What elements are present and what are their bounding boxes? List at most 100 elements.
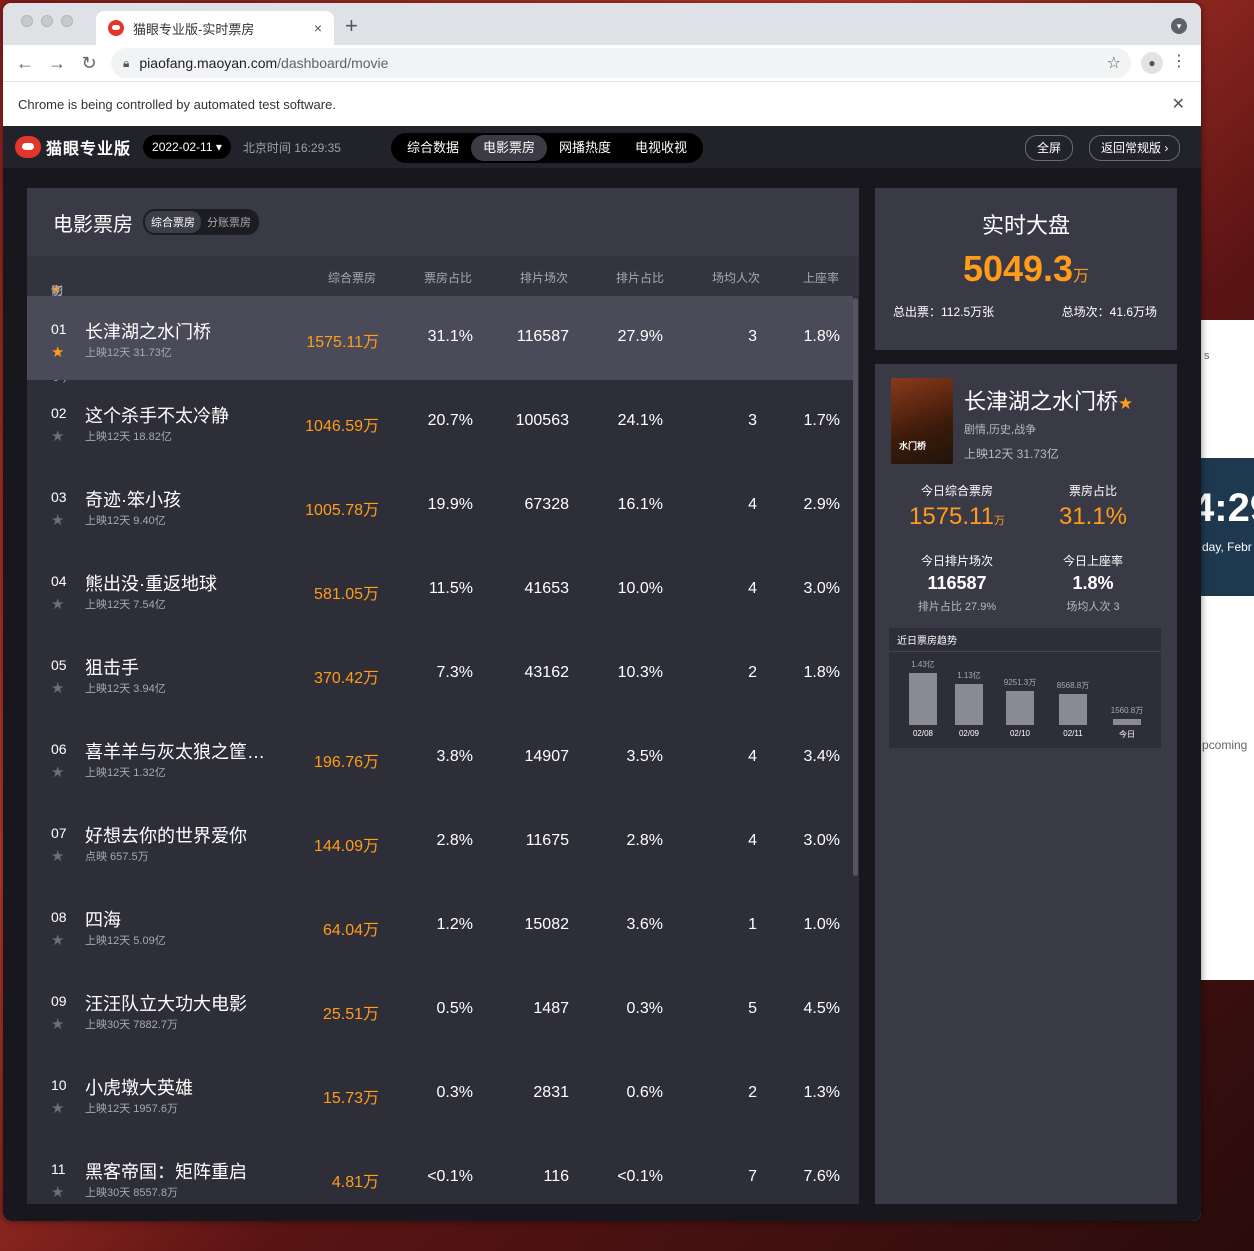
stat-unit: 万	[993, 515, 1005, 527]
row-share: 3.8%	[436, 748, 473, 765]
table-row[interactable]: 05 ★ 狙击手 上映12天 3.94亿 370.42万 7.3% 43162 10.3% 2 1…	[27, 632, 853, 716]
new-tab-button[interactable]: +	[345, 13, 358, 39]
row-showshare: 2.8%	[626, 832, 663, 849]
star-icon[interactable]: ★	[1118, 394, 1133, 413]
row-bo: 581.05万	[314, 586, 379, 603]
star-icon[interactable]: ★	[51, 595, 64, 613]
detail-movie-name: 长津湖之水门桥★	[964, 384, 1133, 416]
tab-search-icon[interactable]: ▾	[1171, 18, 1187, 34]
menu-kebab-icon[interactable]: ⋮	[1171, 51, 1187, 71]
row-share: 0.5%	[436, 1000, 473, 1017]
star-icon[interactable]: ★	[51, 427, 64, 445]
forward-arrow-icon[interactable]: →	[41, 53, 73, 74]
trend-bar[interactable]	[1006, 691, 1034, 725]
col-share[interactable]: 票房占比	[424, 269, 472, 286]
row-shows: 116	[543, 1168, 569, 1185]
maoyan-favicon-icon	[108, 20, 124, 36]
browser-toolbar: ← → ↻ 🔒︎ piaofang.maoyan.com/dashboard/m…	[3, 45, 1201, 82]
close-window-button[interactable]	[21, 15, 33, 27]
boxoffice-type-switch: 综合票房 分账票房	[143, 209, 259, 235]
col-shows[interactable]: 排片场次	[520, 269, 568, 286]
stat-label: 今日上座率	[1062, 554, 1123, 568]
col-avg-people[interactable]: 场均人次	[712, 269, 760, 286]
row-share: 0.3%	[436, 1084, 473, 1101]
table-row[interactable]: 04 ★ 熊出没·重返地球 上映12天 7.54亿 581.05万 11.5% 41653 1…	[27, 548, 853, 632]
row-seat: 1.8%	[803, 328, 840, 345]
infobar-close-icon[interactable]: ✕	[1172, 94, 1185, 114]
zoom-window-button[interactable]	[61, 15, 73, 27]
row-shows: 43162	[524, 664, 570, 681]
col-boxoffice[interactable]: 综合票房	[328, 269, 376, 286]
address-bar[interactable]: 🔒︎ piaofang.maoyan.com/dashboard/movie ☆	[111, 48, 1131, 78]
table-row[interactable]: 07 ★ 好想去你的世界爱你 点映 657.5万 144.09万 2.8% 11675 2.8…	[27, 800, 853, 884]
tab-movie-boxoffice[interactable]: 电影票房	[471, 135, 548, 161]
star-icon[interactable]: ★	[51, 679, 64, 697]
col-seat-rate[interactable]: 上座率	[803, 269, 839, 286]
minimize-window-button[interactable]	[41, 15, 53, 27]
trend-bar[interactable]	[909, 673, 937, 725]
row-rank: 02	[51, 405, 67, 421]
col-show-share[interactable]: 排片占比	[616, 269, 664, 286]
fullscreen-button[interactable]: 全屏	[1025, 135, 1074, 161]
star-icon[interactable]: ★	[51, 511, 64, 529]
cat-eye-logo-icon	[15, 136, 41, 158]
row-seat: 1.0%	[803, 916, 840, 933]
trend-bar[interactable]	[1113, 719, 1141, 725]
table-row[interactable]: 08 ★ 四海 上映12天 5.09亿 64.04万 1.2% 15082 3.6% 1 1.0%	[27, 884, 853, 968]
trend-bar[interactable]	[1059, 693, 1087, 725]
boxoffice-panel: 电影票房 综合票房 分账票房 影片 (点击 ★ 切换右侧展示) 综合票房 票房占…	[27, 188, 859, 1204]
star-icon[interactable]: ★	[51, 1183, 64, 1201]
lock-icon[interactable]: 🔒︎	[123, 56, 129, 71]
seg-total-boxoffice[interactable]: 综合票房	[145, 211, 201, 233]
table-row[interactable]: 09 ★ 汪汪队立大功大电影 上映30天 7882.7万 25.51万 0.5% 1487 0…	[27, 968, 853, 1052]
trend-bar-label: 02/11	[1063, 729, 1083, 738]
table-row[interactable]: 01 ★ 长津湖之水门桥 上映12天 31.73亿 1575.11万 31.1% 11658…	[27, 296, 853, 380]
table-row[interactable]: 11 ★ 黑客帝国：矩阵重启 上映30天 8557.8万 4.81万 <0.1% 116 <0…	[27, 1136, 853, 1204]
tab-overall-data[interactable]: 综合数据	[395, 135, 471, 161]
profile-avatar-icon[interactable]: ●	[1141, 52, 1163, 74]
star-icon[interactable]: ★	[51, 1015, 64, 1033]
table-row[interactable]: 10 ★ 小虎墩大英雄 上映12天 1957.6万 15.73万 0.3% 2831 0.6%…	[27, 1052, 853, 1136]
trend-bar-label: 02/09	[958, 729, 980, 738]
tab-web-popularity[interactable]: 网播热度	[547, 135, 623, 161]
star-icon[interactable]: ★	[51, 847, 64, 865]
back-to-normal-button[interactable]: 返回常规版 ›	[1089, 135, 1181, 161]
star-icon[interactable]: ★	[51, 1099, 64, 1117]
automation-infobar: Chrome is being controlled by automated …	[3, 82, 1201, 127]
row-movie-name: 汪汪队立大功大电影	[85, 994, 247, 1014]
stat-value: 31.1%	[1058, 503, 1128, 530]
row-showshare: <0.1%	[617, 1168, 663, 1185]
row-seat: 4.5%	[803, 1000, 840, 1017]
tab-tv-ratings[interactable]: 电视收视	[623, 135, 699, 161]
trend-bar[interactable]	[955, 683, 983, 725]
table-row[interactable]: 03 ★ 奇迹·笨小孩 上映12天 9.40亿 1005.78万 19.9% 67328 16…	[27, 464, 853, 548]
reload-icon[interactable]: ↻	[73, 53, 105, 74]
date-picker[interactable]: 2022-02-11 ▾	[143, 135, 231, 159]
stat-label: 今日综合票房	[920, 484, 993, 498]
url-host: piaofang.maoyan.com	[139, 55, 278, 71]
star-icon[interactable]: ★	[51, 931, 64, 949]
automation-notice: Chrome is being controlled by automated …	[18, 96, 336, 112]
stat-foot: 排片占比 27.9%	[917, 601, 997, 613]
row-showshare: 3.5%	[626, 748, 663, 765]
main-nav: 综合数据 电影票房 网播热度 电视收视	[391, 133, 704, 163]
market-title: 实时大盘	[981, 213, 1070, 238]
back-arrow-icon[interactable]: ←	[9, 53, 41, 74]
star-icon[interactable]: ★	[51, 343, 64, 361]
tab-close-icon[interactable]: ×	[308, 20, 328, 36]
seg-split-boxoffice[interactable]: 分账票房	[201, 211, 257, 233]
tab-title: 猫眼专业版-实时票房	[133, 21, 255, 37]
bookmark-star-icon[interactable]: ☆	[1107, 53, 1121, 73]
star-icon[interactable]: ★	[51, 763, 64, 781]
browser-tab[interactable]: 猫眼专业版-实时票房 ×	[96, 11, 334, 45]
row-rank: 09	[51, 993, 67, 1009]
scrollbar[interactable]	[853, 298, 858, 876]
table-row[interactable]: 02 ★ 这个杀手不太冷静 上映12天 18.82亿 1046.59万 20.7% 1005…	[27, 380, 853, 464]
maoyan-logo[interactable]: 猫眼专业版	[15, 135, 131, 159]
table-row[interactable]: 06 ★ 喜羊羊与灰太狼之筐… 上映12天 1.32亿 196.76万 3.8% 14907…	[27, 716, 853, 800]
row-share: 1.2%	[436, 916, 473, 933]
row-avg: 1	[748, 916, 757, 933]
trend-bar-value: 9251.3万	[1003, 678, 1037, 688]
row-avg: 4	[748, 496, 757, 513]
row-release-info: 上映12天 1.32亿	[85, 767, 166, 779]
